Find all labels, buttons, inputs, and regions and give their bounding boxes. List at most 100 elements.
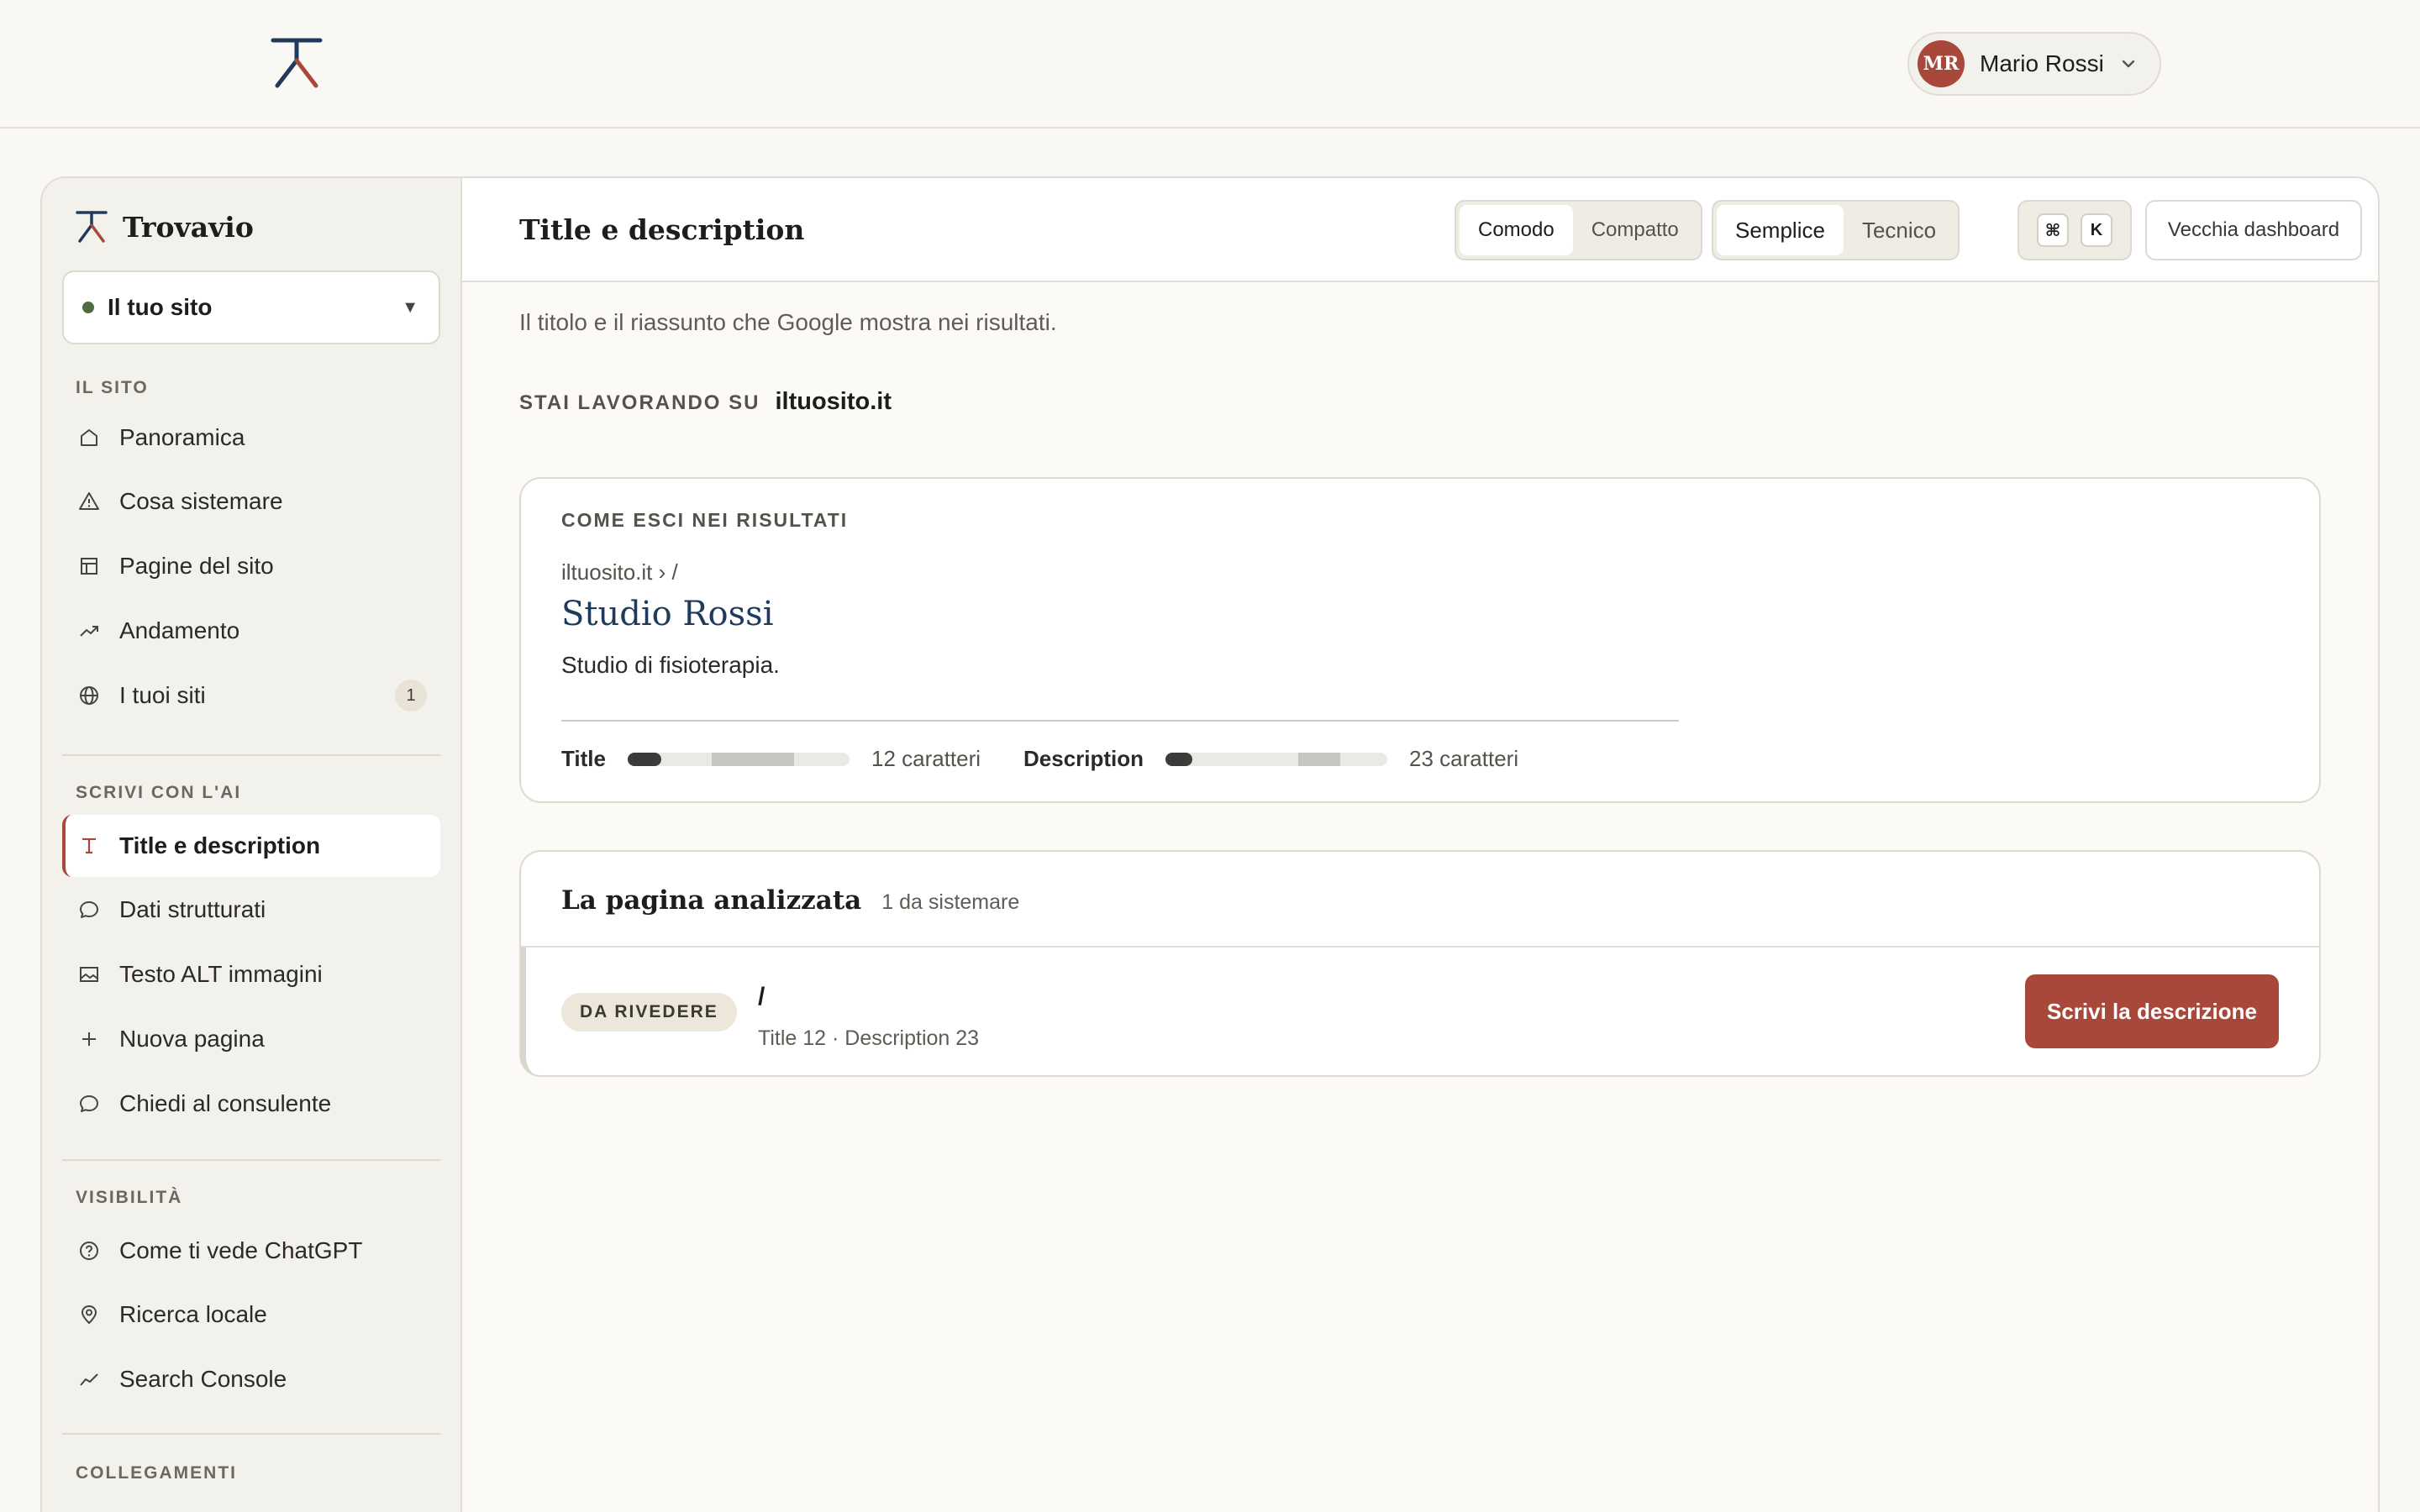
page-path[interactable]: /	[758, 983, 765, 1011]
sidebar-item-label: Andamento	[119, 617, 240, 643]
divider	[561, 720, 1679, 722]
sidebar-item-label: Cosa sistemare	[119, 488, 283, 514]
sidebar-item-andamento[interactable]: Andamento	[62, 600, 440, 662]
pages-count: 1 da sistemare	[881, 890, 1020, 914]
metric-label: Description	[1023, 746, 1144, 771]
sidebar-item-testo-alt[interactable]: Testo ALT immagini	[62, 943, 440, 1005]
title-length-metric: Title 12 caratteri	[561, 746, 981, 772]
sidebar-item-pagine[interactable]: Pagine del sito	[62, 535, 440, 597]
title-length-bar	[627, 752, 850, 766]
plus-icon	[82, 1032, 96, 1046]
sidebar-item-label: Pagine del sito	[119, 553, 274, 579]
toggle-semplice[interactable]: Semplice	[1717, 205, 1844, 255]
sidebar-item-label: Panoramica	[119, 424, 245, 450]
type-icon	[82, 837, 96, 854]
serp-description: Studio di fisioterapia.	[561, 652, 780, 678]
brand[interactable]: Trovavio	[76, 210, 254, 244]
site-selector[interactable]: Il tuo sito ▼	[62, 270, 440, 344]
sidebar-item-chiedi-consulente[interactable]: Chiedi al consulente	[62, 1073, 440, 1135]
sidebar-item-label: Chiedi al consulente	[119, 1090, 332, 1116]
command-palette-button[interactable]: ⌘ K	[2018, 200, 2132, 260]
metric-label: Title	[561, 746, 606, 771]
top-header: MR Mario Rossi	[0, 0, 2420, 129]
status-badge: DA RIVEDERE	[561, 993, 737, 1032]
sidebar-item-label: I tuoi siti	[119, 682, 206, 708]
section-title-visibilita: VISIBILITÀ	[76, 1188, 183, 1207]
working-on: STAI LAVORANDO SU iltuosito.it	[519, 388, 892, 416]
mode-toggle: Semplice Tecnico	[1712, 200, 1960, 260]
analyzed-pages-card: La pagina analizzata 1 da sistemare DA R…	[519, 850, 2321, 1077]
title-length-fill	[627, 752, 661, 766]
page-title: Title e description	[519, 213, 805, 246]
serp-preview-card: COME ESCI NEI RISULTATI iltuosito.it › /…	[519, 477, 2321, 803]
command-key: ⌘	[2037, 213, 2069, 247]
working-on-label: STAI LAVORANDO SU	[519, 391, 760, 414]
description-length-fill	[1165, 752, 1193, 766]
serp-breadcrumb: iltuosito.it › /	[561, 559, 678, 585]
sidebar-item-label: Ricerca locale	[119, 1301, 267, 1327]
sidebar-item-nuova-pagina[interactable]: Nuova pagina	[62, 1008, 440, 1070]
k-key: K	[2081, 213, 2112, 247]
trovavio-logo-icon	[76, 211, 108, 243]
toggle-compatto[interactable]: Compatto	[1573, 205, 1697, 255]
sidebar-item-ricerca-locale[interactable]: Ricerca locale	[62, 1284, 440, 1346]
trend-icon	[80, 626, 98, 637]
site-selector-label: Il tuo sito	[108, 294, 213, 320]
sidebar-divider	[62, 754, 440, 756]
serp-title: Studio Rossi	[561, 595, 774, 633]
globe-icon	[80, 686, 98, 705]
sidebar-divider	[62, 1159, 440, 1161]
sidebar-item-dati-strutturati[interactable]: Dati strutturati	[62, 879, 440, 941]
user-name: Mario Rossi	[1980, 50, 2104, 76]
sidebar-item-search-console[interactable]: Search Console	[62, 1348, 440, 1410]
sidebar-item-label: Come ti vede ChatGPT	[119, 1237, 363, 1263]
pages-header: La pagina analizzata 1 da sistemare	[561, 885, 1019, 916]
sidebar-item-i-tuoi-siti[interactable]: I tuoi siti 1	[62, 664, 440, 727]
layout-icon	[81, 558, 97, 575]
section-title-scrivi-con-ai: SCRIVI CON L'AI	[76, 783, 242, 802]
app-frame: Trovavio Il tuo sito ▼ IL SITO Panoramic…	[40, 176, 2380, 1512]
pages-title: La pagina analizzata	[561, 885, 862, 916]
section-title-collegamenti: COLLEGAMENTI	[76, 1463, 237, 1483]
toggle-tecnico[interactable]: Tecnico	[1844, 205, 1954, 255]
card-label: COME ESCI NEI RISULTATI	[561, 509, 849, 531]
sidebar-item-label: Testo ALT immagini	[119, 961, 323, 987]
sidebar-item-chatgpt[interactable]: Come ti vede ChatGPT	[62, 1220, 440, 1282]
sidebar-item-label: Title e description	[119, 832, 321, 858]
ideal-range-zone	[1298, 752, 1341, 766]
sidebar-item-cosa-sistemare[interactable]: Cosa sistemare	[62, 470, 440, 533]
sidebar-item-label: Nuova pagina	[119, 1026, 265, 1052]
sidebar-item-title-description[interactable]: Title e description	[62, 815, 440, 877]
working-on-domain: iltuosito.it	[775, 388, 892, 415]
old-dashboard-button[interactable]: Vecchia dashboard	[2145, 200, 2362, 260]
description-length-metric: Description 23 caratteri	[1023, 746, 1518, 772]
help-circle-icon	[80, 1242, 98, 1260]
image-icon	[80, 967, 98, 982]
main-header: Title e description Comodo Compatto Semp…	[462, 178, 2378, 282]
home-icon	[81, 429, 97, 446]
metric-count: 12 caratteri	[871, 746, 981, 771]
page-meta: Title 12 · Description 23	[758, 1026, 980, 1050]
brand-name: Trovavio	[123, 210, 254, 244]
section-title-il-sito: IL SITO	[76, 378, 149, 397]
sidebar-item-label: Search Console	[119, 1366, 287, 1392]
user-menu-button[interactable]: MR Mario Rossi	[1907, 32, 2161, 96]
avatar: MR	[1918, 40, 1965, 87]
ideal-range-zone	[711, 752, 794, 766]
warning-icon	[79, 492, 99, 510]
chevron-down-icon	[2122, 60, 2135, 68]
map-pin-icon	[81, 1305, 97, 1325]
table-row: DA RIVEDERE / Title 12 · Description 23 …	[521, 948, 2319, 1077]
density-toggle: Comodo Compatto	[1455, 200, 1702, 260]
metric-count: 23 caratteri	[1409, 746, 1519, 771]
chat-icon	[80, 901, 98, 918]
sidebar-item-panoramica[interactable]: Panoramica	[62, 407, 440, 469]
caret-down-icon: ▼	[402, 297, 418, 317]
count-badge: 1	[395, 680, 427, 711]
trovavio-logo-icon[interactable]	[271, 37, 323, 89]
sidebar: Trovavio Il tuo sito ▼ IL SITO Panoramic…	[42, 178, 462, 1512]
sidebar-item-label: Dati strutturati	[119, 896, 266, 922]
page-subtitle: Il titolo e il riassunto che Google most…	[519, 309, 1057, 335]
write-description-button[interactable]: Scrivi la descrizione	[2024, 974, 2279, 1048]
toggle-comodo[interactable]: Comodo	[1460, 205, 1573, 255]
